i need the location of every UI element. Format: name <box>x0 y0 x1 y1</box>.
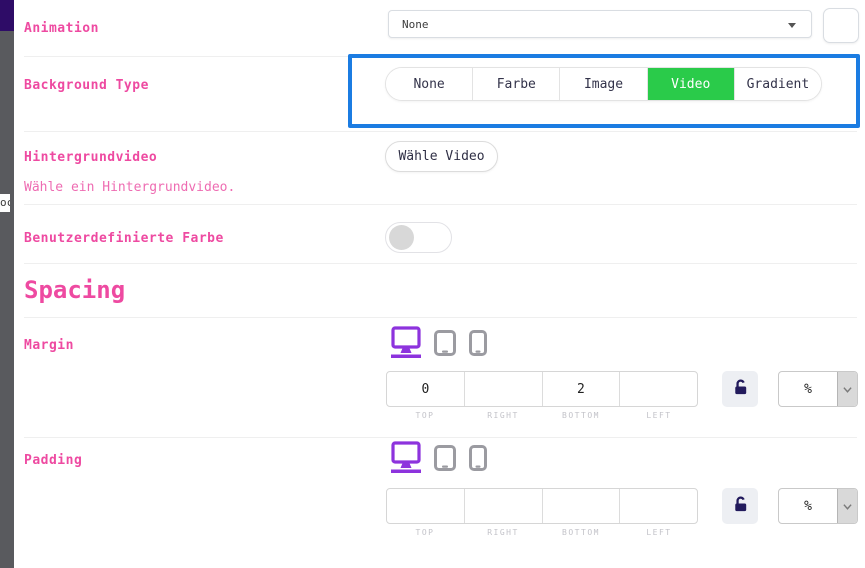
chevron-down-icon <box>837 489 857 523</box>
select-caret-icon <box>788 23 796 28</box>
margin-label: Margin <box>24 338 74 353</box>
margin-unit-value: % <box>779 372 837 406</box>
bg-type-option-none[interactable]: None <box>386 68 472 100</box>
padding-device-switcher <box>391 441 487 473</box>
divider <box>24 263 857 264</box>
bg-type-option-video[interactable]: Video <box>647 68 734 100</box>
background-type-button-group: None Farbe Image Video Gradient <box>385 67 822 101</box>
custom-color-toggle[interactable] <box>385 222 452 253</box>
unlocked-icon <box>731 378 750 400</box>
background-video-description: Wähle ein Hintergrundvideo. <box>24 180 235 195</box>
detached-mini-button[interactable] <box>823 8 859 43</box>
padding-unit-value: % <box>779 489 837 523</box>
tablet-icon[interactable] <box>434 445 456 471</box>
margin-device-switcher <box>391 326 487 358</box>
desktop-icon[interactable] <box>391 441 421 473</box>
margin-sublabels: TOP RIGHT BOTTOM LEFT <box>386 411 698 420</box>
divider <box>24 131 857 132</box>
padding-sublabel-bottom: BOTTOM <box>542 528 620 537</box>
padding-input-left[interactable] <box>619 489 697 523</box>
margin-unit-select[interactable]: % <box>778 371 858 407</box>
background-page-text-fragment: oc <box>0 194 10 212</box>
padding-sublabel-left: LEFT <box>620 528 698 537</box>
animation-select[interactable]: None <box>388 10 812 38</box>
choose-video-button[interactable]: Wähle Video <box>385 141 498 172</box>
animation-select-value: None <box>389 18 429 31</box>
bg-type-option-farbe[interactable]: Farbe <box>472 68 559 100</box>
bg-type-option-image[interactable]: Image <box>559 68 646 100</box>
padding-input-right[interactable] <box>464 489 542 523</box>
margin-input-top[interactable] <box>387 372 464 406</box>
spacing-heading: Spacing <box>24 276 125 304</box>
padding-label: Padding <box>24 453 82 468</box>
padding-input-bottom[interactable] <box>542 489 620 523</box>
padding-sublabel-right: RIGHT <box>464 528 542 537</box>
margin-lock-button[interactable] <box>722 371 758 407</box>
margin-sublabel-left: LEFT <box>620 411 698 420</box>
animation-label: Animation <box>24 21 99 36</box>
margin-input-bottom[interactable] <box>542 372 620 406</box>
background-type-label: Background Type <box>24 78 149 93</box>
divider <box>24 437 857 438</box>
background-page-header-fragment <box>0 0 14 31</box>
bg-type-option-gradient[interactable]: Gradient <box>734 68 821 100</box>
margin-sublabel-top: TOP <box>386 411 464 420</box>
divider <box>24 204 857 205</box>
margin-input-left[interactable] <box>619 372 697 406</box>
padding-unit-select[interactable]: % <box>778 488 858 524</box>
background-video-label: Hintergrundvideo <box>24 150 157 165</box>
chevron-down-icon <box>837 372 857 406</box>
margin-sublabel-right: RIGHT <box>464 411 542 420</box>
padding-input-group <box>386 488 698 524</box>
margin-input-group <box>386 371 698 407</box>
unlocked-icon <box>731 495 750 517</box>
phone-icon[interactable] <box>469 330 487 356</box>
phone-icon[interactable] <box>469 445 487 471</box>
settings-panel: Animation None Background Type None Farb… <box>14 0 865 568</box>
desktop-icon[interactable] <box>391 326 421 358</box>
padding-sublabel-top: TOP <box>386 528 464 537</box>
padding-input-top[interactable] <box>387 489 464 523</box>
divider <box>24 317 857 318</box>
tablet-icon[interactable] <box>434 330 456 356</box>
padding-sublabels: TOP RIGHT BOTTOM LEFT <box>386 528 698 537</box>
custom-color-label: Benutzerdefinierte Farbe <box>24 231 224 246</box>
screenshot-stage: oc Animation None Background Type None F… <box>0 0 865 568</box>
margin-sublabel-bottom: BOTTOM <box>542 411 620 420</box>
margin-input-right[interactable] <box>464 372 542 406</box>
background-page-strip: oc <box>0 0 14 568</box>
padding-lock-button[interactable] <box>722 488 758 524</box>
toggle-knob <box>389 225 414 250</box>
